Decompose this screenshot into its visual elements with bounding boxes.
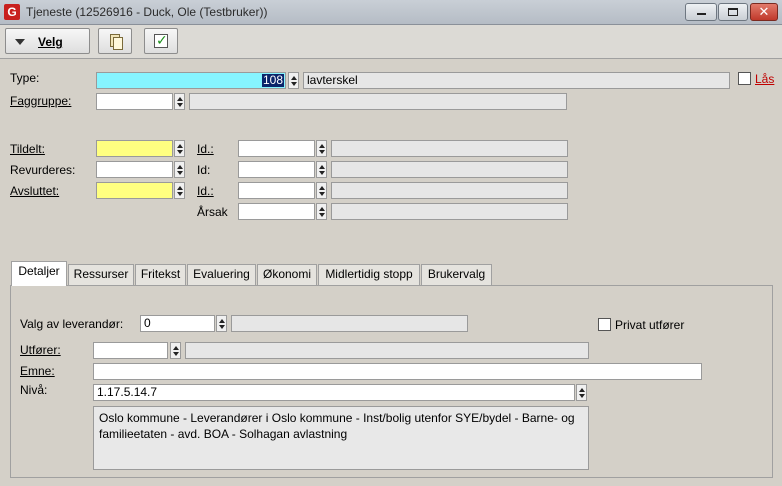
niva-description: Oslo kommune - Leverandører i Oslo kommu… [93, 406, 589, 470]
type-spinner[interactable] [288, 72, 299, 89]
app-logo-icon: G [4, 4, 20, 20]
close-icon: ✕ [758, 4, 770, 19]
privat-utforer-checkbox[interactable] [598, 318, 611, 331]
arsak-description [331, 203, 568, 220]
tildelt-label: Tildelt: [10, 142, 45, 156]
faggruppe-input[interactable] [96, 93, 173, 110]
type-label: Type: [10, 71, 40, 85]
tab-detaljer[interactable]: Detaljer [11, 261, 67, 286]
document-copy-icon [113, 37, 123, 50]
tildelt-id-label: Id.: [197, 142, 214, 156]
velg-button[interactable]: Velg [5, 28, 90, 54]
tab-okonomi[interactable]: Økonomi [257, 264, 317, 285]
avsluttet-id-label: Id.: [197, 184, 214, 198]
arsak-label: Årsak [197, 205, 228, 219]
faggruppe-label: Faggruppe: [10, 94, 72, 108]
leverandor-label: Valg av leverandør: [20, 317, 124, 331]
revurderes-id-label: Id: [197, 163, 211, 177]
leverandor-description [231, 315, 468, 332]
type-description: lavterskel [303, 72, 730, 89]
niva-input[interactable]: 1.17.5.14.7 [93, 384, 575, 401]
tab-midlertidig-stopp[interactable]: Midlertidig stopp [318, 264, 420, 285]
checkmark-icon: ✓ [156, 32, 168, 48]
copy-document-button[interactable] [98, 28, 132, 54]
minimize-icon [696, 13, 706, 15]
minimize-button[interactable] [685, 3, 717, 21]
avsluttet-id-input[interactable] [238, 182, 315, 199]
utforer-label: Utfører: [20, 343, 61, 357]
revurderes-spinner[interactable] [174, 161, 185, 178]
type-input[interactable]: 108 [96, 72, 286, 89]
las-label: Lås [755, 72, 775, 86]
niva-label: Nivå: [20, 383, 48, 397]
approve-button[interactable]: ✓ [144, 28, 178, 54]
leverandor-input[interactable]: 0 [140, 315, 215, 332]
tildelt-id-description [331, 140, 568, 157]
close-button[interactable]: ✕ [750, 3, 778, 21]
tab-evaluering[interactable]: Evaluering [187, 264, 256, 285]
toolbar: Velg ✓ [0, 25, 782, 59]
niva-spinner[interactable] [576, 384, 587, 401]
emne-input[interactable] [93, 363, 702, 380]
faggruppe-description [189, 93, 567, 110]
dropdown-triangle-icon [15, 39, 25, 45]
velg-label: Velg [38, 35, 63, 49]
avsluttet-spinner[interactable] [174, 182, 185, 199]
avsluttet-date-input[interactable] [96, 182, 173, 199]
tildelt-id-input[interactable] [238, 140, 315, 157]
avsluttet-label: Avsluttet: [10, 184, 60, 198]
type-value: 108 [261, 73, 284, 87]
utforer-input[interactable] [93, 342, 168, 359]
leverandor-spinner[interactable] [216, 315, 227, 332]
tab-brukervalg[interactable]: Brukervalg [421, 264, 492, 285]
avsluttet-id-description [331, 182, 568, 199]
revurderes-id-description [331, 161, 568, 178]
tab-ressurser[interactable]: Ressurser [68, 264, 134, 285]
window-title: Tjeneste (12526916 - Duck, Ole (Testbruk… [26, 5, 268, 19]
privat-utforer-label: Privat utfører [615, 318, 685, 332]
tildelt-date-input[interactable] [96, 140, 173, 157]
tab-fritekst[interactable]: Fritekst [135, 264, 186, 285]
revurderes-date-input[interactable] [96, 161, 173, 178]
las-checkbox[interactable] [738, 72, 751, 85]
emne-label: Emne: [20, 364, 55, 378]
title-bar: G Tjeneste (12526916 - Duck, Ole (Testbr… [0, 0, 782, 25]
utforer-description [185, 342, 589, 359]
tildelt-spinner[interactable] [174, 140, 185, 157]
maximize-icon [728, 8, 738, 16]
avsluttet-id-spinner[interactable] [316, 182, 327, 199]
revurderes-id-input[interactable] [238, 161, 315, 178]
utforer-spinner[interactable] [170, 342, 181, 359]
arsak-input[interactable] [238, 203, 315, 220]
tildelt-id-spinner[interactable] [316, 140, 327, 157]
maximize-button[interactable] [718, 3, 748, 21]
revurderes-id-spinner[interactable] [316, 161, 327, 178]
arsak-spinner[interactable] [316, 203, 327, 220]
revurderes-label: Revurderes: [10, 163, 76, 177]
faggruppe-spinner[interactable] [174, 93, 185, 110]
